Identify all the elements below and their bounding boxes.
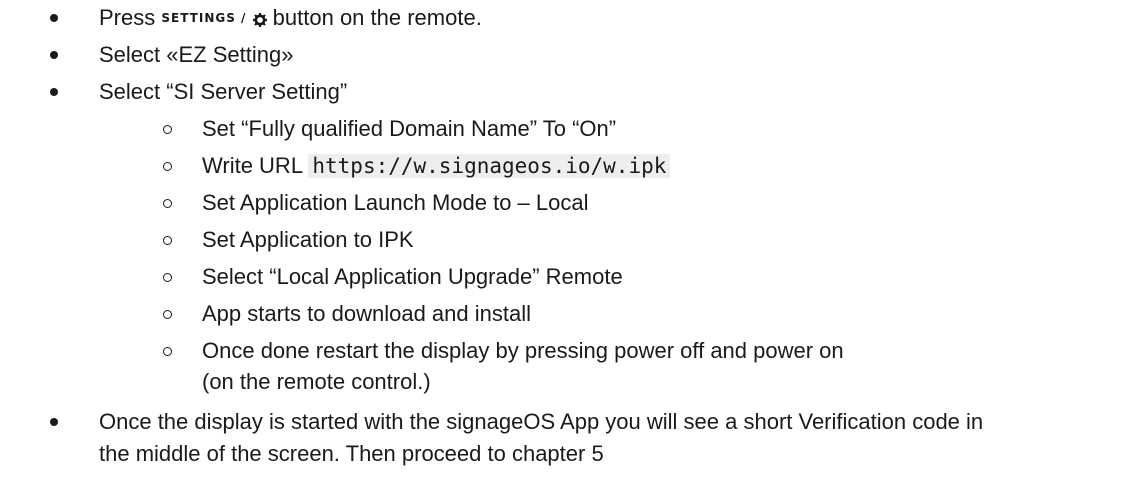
list-item: Select “SI Server Setting” — [99, 79, 348, 104]
sub-bullet — [163, 273, 172, 282]
bullet — [50, 418, 58, 426]
bullet — [50, 14, 58, 22]
sub-bullet — [163, 347, 172, 356]
sub-list-item: Select “Local Application Upgrade” Remot… — [202, 264, 623, 289]
sub-bullet — [163, 310, 172, 319]
item-text: Write URL — [202, 153, 303, 178]
list-item: Select «EZ Setting» — [99, 42, 294, 67]
item-text: Press — [99, 5, 156, 30]
sub-bullet — [163, 162, 172, 171]
gear-icon — [252, 4, 267, 36]
settings-key-label: SETTINGS / — [161, 11, 247, 25]
sub-bullet — [163, 125, 172, 134]
list-item: Press SETTINGS / button on the remote. — [99, 2, 482, 34]
bullet — [50, 88, 58, 96]
sub-list-item: Set Application Launch Mode to – Local — [202, 190, 589, 215]
url-code: https://w.signageos.io/w.ipk — [308, 154, 671, 178]
instructions-document: Press SETTINGS / button on the remote. S… — [0, 0, 1144, 504]
sub-bullet — [163, 236, 172, 245]
bullet — [50, 51, 58, 59]
sub-list-item: Set “Fully qualified Domain Name” To “On… — [202, 116, 617, 141]
item-text: button on the remote. — [272, 5, 482, 30]
sub-list-item: Set Application to IPK — [202, 227, 414, 252]
sub-list-item: App starts to download and install — [202, 301, 531, 326]
list-item: Once the display is started with the sig… — [99, 409, 984, 434]
sub-list-item-continued: (on the remote control.) — [202, 369, 431, 394]
sub-bullet — [163, 199, 172, 208]
list-item-continued: the middle of the screen. Then proceed t… — [99, 441, 604, 466]
sub-list-item: Once done restart the display by pressin… — [202, 338, 844, 363]
sub-list-item: Write URL https://w.signageos.io/w.ipk — [202, 150, 671, 182]
